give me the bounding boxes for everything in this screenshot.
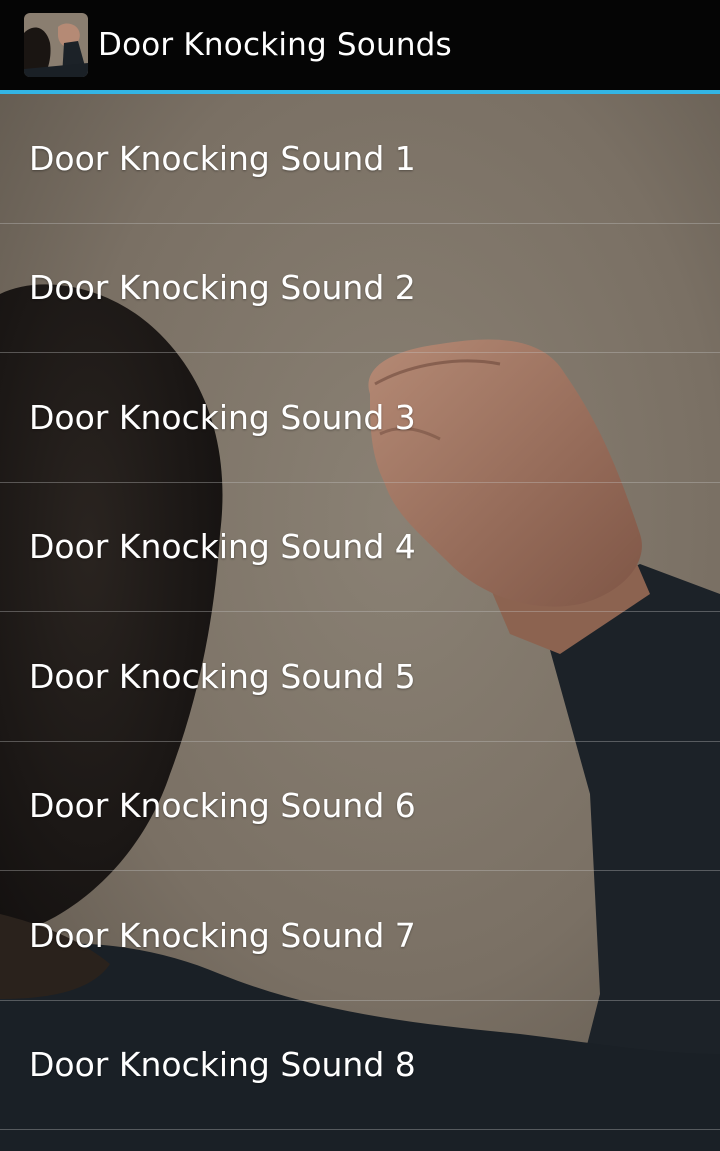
sound-list-item-6[interactable]: Door Knocking Sound 6: [0, 742, 720, 871]
app-title: Door Knocking Sounds: [98, 27, 452, 63]
sound-list: Door Knocking Sound 1 Door Knocking Soun…: [0, 94, 720, 1130]
action-bar: Door Knocking Sounds: [0, 0, 720, 90]
sound-list-item-8[interactable]: Door Knocking Sound 8: [0, 1001, 720, 1130]
sound-list-item-5[interactable]: Door Knocking Sound 5: [0, 612, 720, 742]
sound-item-label: Door Knocking Sound 5: [29, 656, 416, 696]
app-screen: Door Knocking Sounds Door Knocking Sound…: [0, 0, 720, 1151]
app-icon[interactable]: [24, 13, 88, 77]
sound-list-item-4[interactable]: Door Knocking Sound 4: [0, 483, 720, 612]
sound-list-item-3[interactable]: Door Knocking Sound 3: [0, 353, 720, 483]
sound-item-label: Door Knocking Sound 6: [29, 786, 416, 826]
sound-item-label: Door Knocking Sound 8: [29, 1045, 416, 1085]
sound-item-label: Door Knocking Sound 1: [29, 138, 416, 178]
sound-list-item-1[interactable]: Door Knocking Sound 1: [0, 94, 720, 224]
sound-item-label: Door Knocking Sound 4: [29, 527, 416, 567]
sound-item-label: Door Knocking Sound 3: [29, 397, 416, 437]
sound-list-item-2[interactable]: Door Knocking Sound 2: [0, 224, 720, 353]
sound-item-label: Door Knocking Sound 7: [29, 915, 416, 955]
sound-item-label: Door Knocking Sound 2: [29, 268, 416, 308]
sound-list-item-7[interactable]: Door Knocking Sound 7: [0, 871, 720, 1001]
